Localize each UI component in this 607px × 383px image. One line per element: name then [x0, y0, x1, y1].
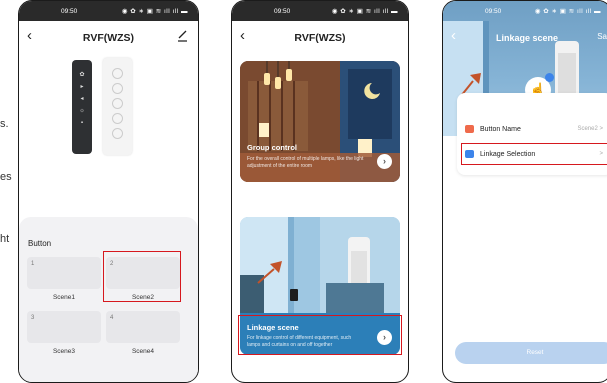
group-control-title: Group control	[247, 143, 297, 152]
page-title: RVF(WZS)	[294, 32, 346, 44]
top-bar: ‹ Linkage scene Sav	[443, 21, 607, 55]
status-icons: ◉ ✿ ∗ ▣ ≋ ıll ıll ▬	[331, 8, 398, 15]
status-time: 09:50	[274, 7, 291, 15]
save-button[interactable]: Sav	[597, 32, 607, 41]
back-arrow-icon[interactable]: ‹	[27, 27, 32, 44]
phone-screen-remote: 09:50 ◉ ✿ ∗ ▣ ≋ ıll ıll ▬ ‹ RVF(WZS) ✿ ▸…	[18, 0, 199, 383]
scene-card-4[interactable]: 4	[106, 311, 180, 343]
status-time: 09:50	[61, 7, 78, 15]
status-bar: 09:50 ◉ ✿ ∗ ▣ ≋ ıll ıll ▬	[19, 1, 198, 21]
reset-button[interactable]: Reset	[455, 342, 607, 364]
phone-screen-mode-select: 09:50 ◉ ✿ ∗ ▣ ≋ ıll ıll ▬ ‹ RVF(WZS) Gro…	[231, 0, 409, 383]
side-text-fragment-1: s.	[0, 118, 9, 130]
edit-pencil-icon[interactable]	[177, 29, 188, 42]
button-name-label: Button Name	[480, 125, 521, 133]
phone-screen-linkage-settings: ☝ 09:50 ◉ ✿ ∗ ▣ ≋ ıll ıll ▬ ‹ Linkage sc…	[442, 0, 607, 383]
highlight-box-linkage	[238, 315, 402, 355]
back-arrow-icon[interactable]: ‹	[240, 27, 245, 44]
scene-label-4: Scene4	[131, 348, 155, 355]
status-icons: ◉ ✿ ∗ ▣ ≋ ıll ıll ▬	[121, 8, 188, 15]
scene-label-3: Scene3	[52, 348, 76, 355]
side-text-fragment-2: es	[0, 171, 12, 183]
top-bar: ‹ RVF(WZS)	[19, 21, 198, 55]
sheet-title: Button	[28, 239, 52, 248]
status-icons: ◉ ✿ ∗ ▣ ≋ ıll ıll ▬	[534, 8, 601, 15]
button-name-row[interactable]: Button Name Scene2 >	[465, 120, 607, 138]
scene-card-1[interactable]: 1	[27, 257, 101, 289]
status-time: 09:50	[485, 7, 502, 15]
remote-images: ✿ ▸ ◂ ☼ ▪	[19, 56, 198, 216]
button-sheet: Button 1 Scene1 2 Scene2 3 Scene3 4 Scen…	[19, 217, 198, 382]
scene-number: 1	[31, 261, 35, 267]
scene-number: 4	[110, 315, 114, 321]
button-name-value: Scene2 >	[577, 126, 603, 132]
button-name-icon	[465, 125, 474, 133]
scene-label-1: Scene1	[52, 294, 76, 301]
highlight-box-linkage-selection	[461, 143, 607, 165]
settings-card: Button Name Scene2 > Linkage Selection >	[457, 93, 607, 175]
scene-number: 3	[31, 315, 35, 321]
back-arrow-icon[interactable]: ‹	[451, 27, 456, 44]
group-control-arrow-icon[interactable]: ›	[377, 154, 392, 169]
scene-card-3[interactable]: 3	[27, 311, 101, 343]
status-bar: 09:50 ◉ ✿ ∗ ▣ ≋ ıll ıll ▬	[232, 1, 408, 21]
top-bar: ‹ RVF(WZS)	[232, 21, 408, 55]
page-title: RVF(WZS)	[82, 32, 135, 44]
badge-dot-icon	[545, 73, 554, 82]
highlight-box-scene2	[103, 251, 181, 302]
group-control-card[interactable]: Group control For the overall control of…	[240, 61, 400, 182]
page-title: Linkage scene	[495, 33, 559, 43]
group-control-desc: For the overall control of multiple lamp…	[247, 156, 364, 169]
side-text-fragment-3: ht	[0, 233, 10, 245]
remote-dark-image: ✿ ▸ ◂ ☼ ▪	[72, 60, 92, 154]
status-bar: 09:50 ◉ ✿ ∗ ▣ ≋ ıll ıll ▬	[443, 1, 607, 21]
remote-light-image	[103, 58, 132, 155]
